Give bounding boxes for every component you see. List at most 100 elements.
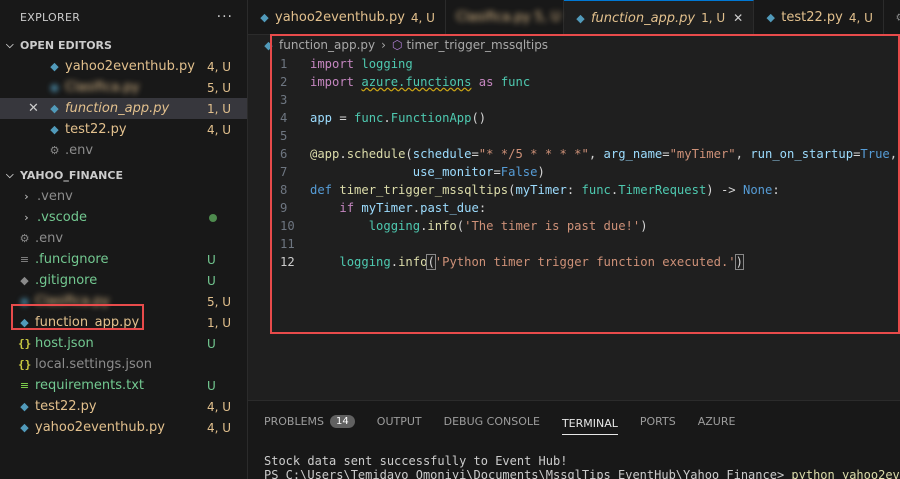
explorer-header: EXPLORER ··· (0, 0, 247, 34)
tab-problems[interactable]: PROBLEMS 14 (264, 401, 355, 441)
file-item[interactable]: ◆ test22.py 4, U (0, 396, 247, 417)
tab-label: PROBLEMS (264, 414, 325, 428)
python-file-icon: ◆ (20, 400, 29, 413)
chevron-right-icon: › (24, 190, 29, 203)
file-name: .venv (37, 189, 73, 204)
git-badge: U (207, 378, 216, 393)
tab-yahoo2eventhub[interactable]: ◆ yahoo2eventhub.py 4, U (248, 0, 446, 35)
file-name: yahoo2eventhub.py (65, 59, 195, 74)
file-item[interactable]: {} local.settings.json (0, 354, 247, 375)
file-item[interactable]: ◆ .gitignore U (0, 270, 247, 291)
explorer-title: EXPLORER (20, 10, 81, 24)
git-badge: 4, U (207, 399, 232, 414)
open-editor-item-active[interactable]: ✕ ◆ function_app.py 1, U (0, 98, 247, 119)
python-file-icon: ◆ (576, 11, 585, 25)
highlight-box (11, 304, 144, 330)
git-badge: U (207, 252, 216, 267)
more-actions-icon[interactable]: ··· (217, 9, 233, 25)
file-item[interactable]: ◆ yahoo2eventhub.py 4, U (0, 417, 247, 438)
tab-function-app[interactable]: ◆ function_app.py 1, U ✕ (563, 0, 755, 35)
python-file-icon: ◆ (50, 81, 59, 94)
open-editors-label: OPEN EDITORS (20, 38, 112, 52)
git-badge: 1, U (207, 315, 232, 330)
chevron-right-icon: › (24, 211, 29, 224)
open-editor-item[interactable]: ◆ Clasifica.py 5, U (0, 77, 247, 98)
folder-item[interactable]: › .vscode (0, 207, 247, 228)
git-badge: 4, U (207, 59, 232, 74)
chevron-down-icon: ⌵ (6, 39, 14, 51)
explorer-sidebar: EXPLORER ··· ⌵ OPEN EDITORS ◆ yahoo2even… (0, 0, 248, 479)
git-badge: 5, U (207, 80, 232, 95)
gear-icon: ⚙ (19, 232, 30, 245)
file-name: function_app.py (65, 101, 170, 116)
file-name: yahoo2eventhub.py (35, 420, 165, 435)
terminal-command: python yahoo2event (791, 468, 900, 479)
open-editor-item[interactable]: ⚙ .env (0, 140, 247, 161)
problems-count-badge: 14 (330, 414, 355, 428)
project-section[interactable]: ⌵ YAHOO_FINANCE (0, 164, 247, 186)
file-item[interactable]: {} host.json U (0, 333, 247, 354)
python-file-icon: ◆ (50, 123, 59, 136)
file-name: .vscode (37, 210, 87, 225)
tab-badge: 4, U (410, 10, 435, 25)
text-file-icon: ≡ (19, 379, 30, 392)
tab-label: test22.py (781, 10, 843, 25)
panel-tabs: PROBLEMS 14 OUTPUT DEBUG CONSOLE TERMINA… (248, 401, 900, 441)
close-tab-icon[interactable]: ✕ (733, 11, 743, 25)
file-name: .gitignore (35, 273, 98, 288)
terminal-prompt-line[interactable]: PS C:\Users\Temidayo Omoniyi\Documents\M… (248, 468, 900, 479)
file-name: .env (65, 143, 94, 158)
tab-debug-console[interactable]: DEBUG CONSOLE (444, 401, 540, 441)
highlight-box (270, 34, 900, 334)
untracked-dot-icon (209, 213, 217, 222)
git-badge: U (207, 273, 216, 288)
file-name: test22.py (35, 399, 97, 414)
python-file-icon: ◆ (260, 11, 269, 24)
file-item[interactable]: ⚙ .env (0, 228, 247, 249)
git-badge: 5, U (207, 294, 232, 309)
file-name: host.json (35, 336, 94, 351)
file-name: .funcignore (35, 252, 109, 267)
file-name: local.settings.json (35, 357, 152, 372)
file-name: requirements.txt (35, 378, 145, 393)
tab-output[interactable]: OUTPUT (377, 401, 422, 441)
folder-item[interactable]: › .venv (0, 186, 247, 207)
file-name: test22.py (65, 122, 127, 137)
tab-terminal[interactable]: TERMINAL (561, 413, 618, 435)
tab-badge: 4, U (848, 10, 873, 25)
file-name: Clasifica.py (65, 80, 140, 95)
terminal-output-line: Stock data sent successfully to Event Hu… (264, 454, 568, 468)
file-item[interactable]: ≡ .funcignore U (0, 249, 247, 270)
tab-label: yahoo2eventhub.py (275, 10, 405, 25)
json-file-icon: {} (18, 358, 32, 371)
tab-label: function_app.py (590, 10, 696, 26)
git-file-icon: ◆ (20, 274, 29, 287)
file-item[interactable]: ≡ requirements.txt U (0, 375, 247, 396)
chevron-down-icon: ⌵ (6, 169, 14, 181)
python-file-icon: ◆ (20, 421, 29, 434)
git-badge: 4, U (207, 122, 232, 137)
git-badge: 1, U (207, 101, 232, 116)
gear-icon: ⚙ (894, 11, 900, 24)
git-badge: U (207, 336, 216, 351)
json-file-icon: {} (18, 337, 32, 350)
terminal-prompt: PS C:\Users\Temidayo Omoniyi\Documents\M… (264, 468, 792, 479)
git-badge (207, 211, 247, 225)
tab-ports[interactable]: PORTS (640, 401, 676, 441)
tab-settings[interactable]: ⚙ (884, 0, 900, 35)
open-editor-item[interactable]: ◆ test22.py 4, U (0, 119, 247, 140)
open-editors-section[interactable]: ⌵ OPEN EDITORS (0, 34, 247, 56)
open-editor-item[interactable]: ◆ yahoo2eventhub.py 4, U (0, 56, 247, 77)
close-icon[interactable]: ✕ (28, 101, 48, 116)
lines-file-icon: ≡ (19, 253, 30, 266)
gear-icon: ⚙ (49, 144, 60, 157)
python-file-icon: ◆ (50, 60, 59, 73)
tab-blurred[interactable]: Clasifica.py 5, U (446, 0, 564, 35)
file-name: .env (35, 231, 64, 246)
bottom-panel: PROBLEMS 14 OUTPUT DEBUG CONSOLE TERMINA… (248, 400, 900, 479)
tab-test22[interactable]: ◆ test22.py 4, U (754, 0, 884, 35)
tab-azure[interactable]: AZURE (698, 401, 736, 441)
python-file-icon: ◆ (766, 11, 775, 24)
python-file-icon: ◆ (50, 102, 59, 115)
tab-label: Clasifica.py 5, U (455, 10, 561, 25)
